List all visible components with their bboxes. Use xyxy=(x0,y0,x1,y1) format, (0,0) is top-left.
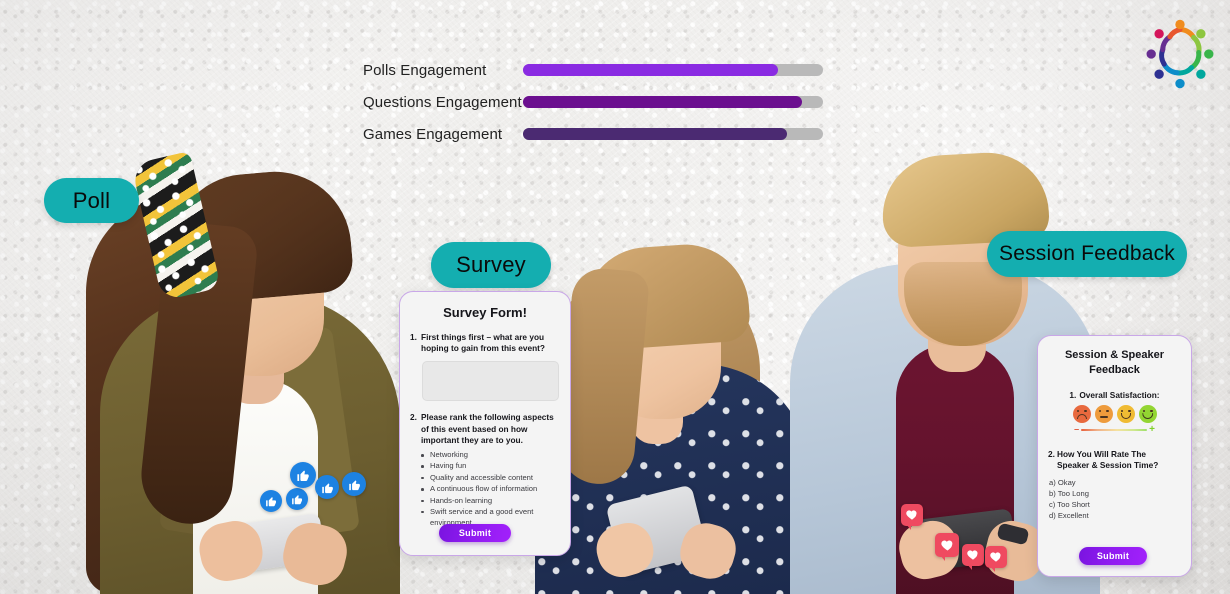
engagement-bar-row: Questions Engagement xyxy=(363,88,833,116)
survey-submit-button[interactable]: Submit xyxy=(439,524,511,542)
satisfaction-rating-faces xyxy=(1038,404,1191,423)
list-item[interactable]: b) Too Long xyxy=(1049,488,1191,499)
people-circle-logo xyxy=(1144,18,1216,90)
thumbs-up-icon xyxy=(342,472,366,496)
thumbs-up-icon xyxy=(260,490,282,512)
engagement-fill xyxy=(523,96,802,108)
question-number: 2. xyxy=(1048,448,1055,459)
satisfaction-scale: – + xyxy=(1038,423,1191,435)
label-pill-survey[interactable]: Survey xyxy=(431,242,551,288)
question-text: Please rank the following aspects of thi… xyxy=(421,412,554,445)
list-item[interactable]: a) Okay xyxy=(1049,477,1191,488)
thumbs-up-icon xyxy=(286,488,308,510)
feedback-question-2: 2. How You Will Rate The Speaker & Sessi… xyxy=(1048,449,1180,471)
engagement-fill xyxy=(523,64,778,76)
engagement-track xyxy=(523,128,823,140)
survey-form-card: Survey Form! 1. First things first – wha… xyxy=(399,291,571,556)
engagement-bar-row: Games Engagement xyxy=(363,120,833,148)
survey-form-title: Survey Form! xyxy=(443,305,527,320)
survey-question-2: 2. Please rank the following aspects of … xyxy=(410,412,559,446)
survey-question-1: 1. First things first – what are you hop… xyxy=(410,332,559,354)
engagement-track xyxy=(523,64,823,76)
label-pill-session-feedback[interactable]: Session Feedback xyxy=(987,231,1187,277)
feedback-submit-button[interactable]: Submit xyxy=(1079,547,1147,565)
survey-answer-input[interactable] xyxy=(422,361,559,402)
question-text: How You Will Rate The Speaker & Session … xyxy=(1057,448,1159,471)
question-number: 1. xyxy=(410,332,417,342)
survey-options-list: Networking Having fun Quality and access… xyxy=(421,449,559,529)
session-feedback-card: Session & Speaker Feedback 1. Overall Sa… xyxy=(1037,335,1192,577)
list-item[interactable]: Having fun xyxy=(421,460,559,471)
slide-canvas: Polls Engagement Questions Engagement Ga… xyxy=(0,0,1230,594)
engagement-label: Games Engagement xyxy=(363,125,503,143)
feedback-answer-options: a) Okay b) Too Long c) Too Short d) Exce… xyxy=(1049,477,1191,521)
scale-gradient-bar xyxy=(1081,428,1148,432)
question-text: First things first – what are you hoping… xyxy=(421,332,545,354)
list-item[interactable]: Networking xyxy=(421,449,559,460)
grinning-face-icon[interactable] xyxy=(1138,404,1157,423)
feedback-question-1: 1. Overall Satisfaction: xyxy=(1046,390,1183,401)
scale-minus-label: – xyxy=(1074,424,1080,435)
label-pill-poll[interactable]: Poll xyxy=(44,178,139,223)
thumbs-up-icon xyxy=(290,462,316,488)
question-number: 1. xyxy=(1069,389,1077,400)
list-item[interactable]: A continuous flow of information xyxy=(421,483,559,494)
heart-reaction-icon xyxy=(962,544,984,570)
engagement-label: Questions Engagement xyxy=(363,93,522,111)
list-item[interactable]: Hands-on learning xyxy=(421,495,559,506)
session-feedback-title: Session & Speaker Feedback xyxy=(1064,349,1165,376)
frowning-face-icon[interactable] xyxy=(1072,404,1091,423)
engagement-label: Polls Engagement xyxy=(363,61,487,79)
heart-reaction-icon xyxy=(985,546,1007,572)
heart-reaction-icon xyxy=(935,533,959,561)
engagement-track xyxy=(523,96,823,108)
list-item[interactable]: d) Excellent xyxy=(1049,510,1191,521)
list-item[interactable]: Quality and accessible content xyxy=(421,472,559,483)
engagement-fill xyxy=(523,128,787,140)
question-text: Overall Satisfaction: xyxy=(1079,389,1160,400)
list-item[interactable]: c) Too Short xyxy=(1049,499,1191,510)
engagement-bar-row: Polls Engagement xyxy=(363,56,833,84)
thumbs-up-icon xyxy=(315,475,339,499)
question-number: 2. xyxy=(410,412,417,423)
neutral-face-icon[interactable] xyxy=(1094,404,1113,423)
scale-plus-label: + xyxy=(1149,423,1155,435)
heart-reaction-icon xyxy=(901,504,923,530)
engagement-bars: Polls Engagement Questions Engagement Ga… xyxy=(363,56,833,152)
slightly-smiling-face-icon[interactable] xyxy=(1116,404,1135,423)
